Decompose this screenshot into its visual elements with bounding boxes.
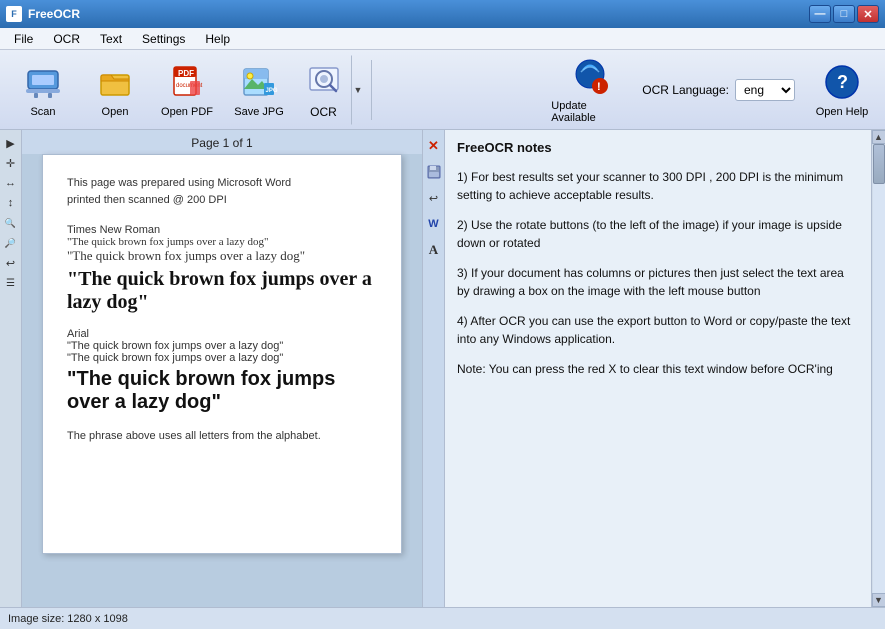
font1-label: Times New Roman bbox=[67, 224, 377, 236]
right-tool-word[interactable]: W bbox=[425, 213, 443, 235]
header-line2: printed then scanned @ 200 DPI bbox=[67, 192, 377, 209]
save-jpg-icon: JPG bbox=[239, 62, 279, 102]
svg-text:?: ? bbox=[837, 72, 848, 92]
image-panel[interactable]: Page 1 of 1 This page was prepared using… bbox=[22, 130, 422, 607]
open-pdf-label: Open PDF bbox=[161, 106, 213, 118]
right-tool-undo[interactable]: ↩ bbox=[425, 187, 443, 209]
menu-settings[interactable]: Settings bbox=[132, 30, 195, 48]
toolbar-right: ! Update Available OCR Language: eng ? O… bbox=[550, 55, 877, 125]
tool-vresize[interactable]: ↕ bbox=[2, 194, 20, 212]
menu-file[interactable]: File bbox=[4, 30, 43, 48]
save-jpg-label: Save JPG bbox=[234, 106, 284, 118]
update-available-button[interactable]: ! Update Available bbox=[550, 55, 630, 125]
titlebar-left: F FreeOCR bbox=[6, 6, 80, 22]
main-content: ▶ ✛ ↔ ↕ 🔍 🔎 ↩ ☰ Page 1 of 1 This page wa… bbox=[0, 130, 885, 607]
open-label: Open bbox=[102, 106, 129, 118]
save-jpg-button[interactable]: JPG Save JPG bbox=[224, 55, 294, 125]
header-line1: This page was prepared using Microsoft W… bbox=[67, 175, 377, 192]
note-3: 3) If your document has columns or pictu… bbox=[457, 264, 859, 300]
scroll-down[interactable]: ▼ bbox=[872, 593, 885, 607]
open-help-label: Open Help bbox=[816, 106, 869, 118]
ocr-icon bbox=[305, 60, 343, 101]
right-tool-close[interactable]: ✕ bbox=[425, 135, 443, 157]
font2-label: Arial bbox=[67, 328, 377, 340]
open-help-button[interactable]: ? Open Help bbox=[807, 55, 877, 125]
ocr-button[interactable]: OCR bbox=[296, 55, 351, 125]
ocr-dropdown: OCR ▼ bbox=[296, 55, 365, 125]
status-text: Image size: 1280 x 1098 bbox=[8, 613, 128, 625]
page-indicator: Page 1 of 1 bbox=[22, 130, 422, 154]
font1-line2: "The quick brown fox jumps over a lazy d… bbox=[67, 248, 377, 264]
scroll-track[interactable] bbox=[873, 144, 885, 593]
page-footer: The phrase above uses all letters from t… bbox=[67, 430, 377, 442]
svg-text:!: ! bbox=[597, 81, 601, 93]
maximize-button[interactable]: □ bbox=[833, 5, 855, 23]
tool-zoom-out[interactable]: 🔎 bbox=[2, 234, 20, 252]
right-scrollbar[interactable]: ▲ ▼ bbox=[871, 130, 885, 607]
svg-text:PDF: PDF bbox=[178, 69, 194, 78]
font1-line1: "The quick brown fox jumps over a lazy d… bbox=[67, 236, 377, 248]
minimize-button[interactable]: — bbox=[809, 5, 831, 23]
tool-zoom-in[interactable]: 🔍 bbox=[2, 214, 20, 232]
note-2: 2) Use the rotate buttons (to the left o… bbox=[457, 216, 859, 252]
open-pdf-button[interactable]: PDF document Open PDF bbox=[152, 55, 222, 125]
ocr-language-group: OCR Language: eng bbox=[642, 79, 795, 101]
svg-text:JPG: JPG bbox=[266, 88, 278, 94]
open-icon bbox=[95, 62, 135, 102]
page-content: This page was prepared using Microsoft W… bbox=[42, 154, 402, 554]
help-icon: ? bbox=[822, 62, 862, 102]
ocr-language-label: OCR Language: bbox=[642, 83, 729, 97]
tool-play[interactable]: ▶ bbox=[2, 134, 20, 152]
menubar: File OCR Text Settings Help bbox=[0, 28, 885, 50]
app-icon: F bbox=[6, 6, 22, 22]
tool-grid[interactable]: ☰ bbox=[2, 274, 20, 292]
scan-icon bbox=[23, 62, 63, 102]
font2-line2: "The quick brown fox jumps over a lazy d… bbox=[67, 352, 377, 364]
notes-title: FreeOCR notes bbox=[457, 138, 859, 158]
statusbar: Image size: 1280 x 1098 bbox=[0, 607, 885, 629]
scroll-thumb[interactable] bbox=[873, 144, 885, 184]
right-panel: ✕ ↩ W A FreeOCR notes 1) For best result… bbox=[422, 130, 885, 607]
menu-help[interactable]: Help bbox=[195, 30, 240, 48]
open-button[interactable]: Open bbox=[80, 55, 150, 125]
right-toolbar: ✕ ↩ W A bbox=[423, 130, 445, 607]
menu-text[interactable]: Text bbox=[90, 30, 132, 48]
font2-large: "The quick brown fox jumps over a lazy d… bbox=[67, 368, 377, 414]
close-button[interactable]: ✕ bbox=[857, 5, 879, 23]
ocr-arrow-button[interactable]: ▼ bbox=[351, 55, 365, 125]
toolbar: Scan Open PDF document Open PDF bbox=[0, 50, 885, 130]
tool-crosshair[interactable]: ✛ bbox=[2, 154, 20, 172]
ocr-label: OCR bbox=[310, 105, 337, 119]
titlebar: F FreeOCR — □ ✕ bbox=[0, 0, 885, 28]
ocr-language-select[interactable]: eng bbox=[735, 79, 795, 101]
tool-undo[interactable]: ↩ bbox=[2, 254, 20, 272]
update-label: Update Available bbox=[551, 100, 629, 124]
font2-line1: "The quick brown fox jumps over a lazy d… bbox=[67, 340, 377, 352]
toolbar-separator bbox=[371, 60, 372, 120]
open-pdf-icon: PDF document bbox=[167, 62, 207, 102]
titlebar-controls: — □ ✕ bbox=[809, 5, 879, 23]
note-1: 1) For best results set your scanner to … bbox=[457, 168, 859, 204]
left-toolbar: ▶ ✛ ↔ ↕ 🔍 🔎 ↩ ☰ bbox=[0, 130, 22, 607]
note-5: Note: You can press the red X to clear t… bbox=[457, 360, 859, 378]
right-content: ✕ ↩ W A FreeOCR notes 1) For best result… bbox=[423, 130, 885, 607]
tool-hresize[interactable]: ↔ bbox=[2, 174, 20, 192]
app-title: FreeOCR bbox=[28, 7, 80, 21]
right-tool-font[interactable]: A bbox=[425, 239, 443, 261]
scan-label: Scan bbox=[30, 106, 55, 118]
menu-ocr[interactable]: OCR bbox=[43, 30, 90, 48]
note-4: 4) After OCR you can use the export butt… bbox=[457, 312, 859, 348]
scan-button[interactable]: Scan bbox=[8, 55, 78, 125]
scroll-up[interactable]: ▲ bbox=[872, 130, 885, 144]
right-tool-save[interactable] bbox=[425, 161, 443, 183]
notes-area[interactable]: FreeOCR notes 1) For best results set yo… bbox=[445, 130, 871, 607]
update-icon: ! bbox=[570, 56, 610, 96]
font1-large: "The quick brown fox jumps over a lazy d… bbox=[67, 268, 377, 314]
